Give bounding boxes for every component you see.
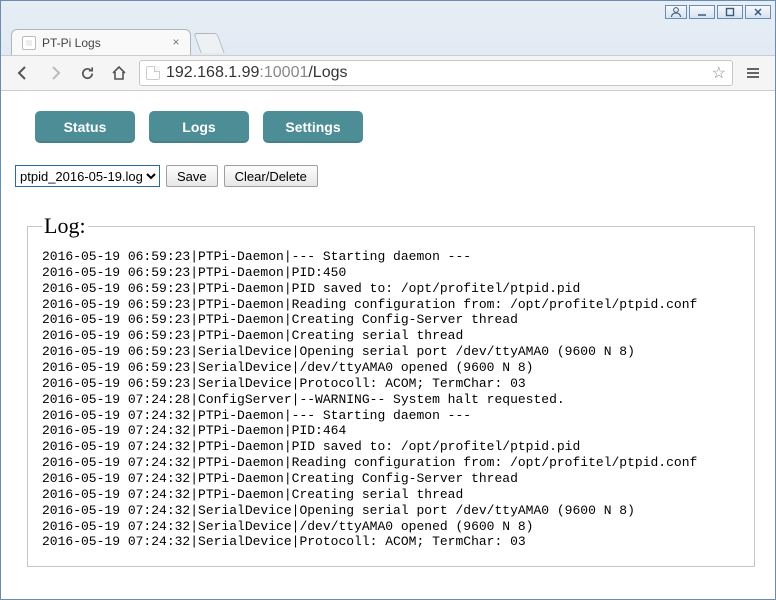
clear-delete-button[interactable]: Clear/Delete	[224, 165, 318, 187]
page-content[interactable]: Status Logs Settings ptpid_2016-05-19.lo…	[1, 91, 775, 599]
url-text[interactable]: 192.168.1.99:10001/Logs	[166, 64, 706, 82]
minimize-button[interactable]	[689, 5, 715, 19]
settings-button[interactable]: Settings	[263, 111, 363, 143]
log-file-select[interactable]: ptpid_2016-05-19.log	[15, 165, 160, 187]
maximize-button[interactable]	[717, 5, 743, 19]
log-output: 2016-05-19 06:59:23|PTPi-Daemon|--- Star…	[42, 249, 740, 550]
url-port: :10001	[259, 64, 308, 81]
log-legend: Log:	[42, 213, 88, 239]
favicon-icon	[22, 36, 36, 50]
browser-toolbar: 192.168.1.99:10001/Logs ☆	[1, 55, 775, 91]
url-path: /Logs	[308, 64, 347, 81]
tab-title: PT-Pi Logs	[42, 36, 101, 50]
browser-window: PT-Pi Logs × 192.168.1.99:10001/Logs ☆	[0, 0, 776, 600]
bookmark-star-icon[interactable]: ☆	[712, 63, 726, 83]
tab-close-icon[interactable]: ×	[170, 36, 182, 48]
reload-button[interactable]	[75, 61, 99, 85]
page-icon	[146, 66, 160, 80]
log-fieldset: Log: 2016-05-19 06:59:23|PTPi-Daemon|---…	[27, 213, 755, 567]
browser-tab[interactable]: PT-Pi Logs ×	[11, 29, 191, 55]
home-button[interactable]	[107, 61, 131, 85]
log-controls: ptpid_2016-05-19.log Save Clear/Delete	[15, 165, 775, 187]
nav-button-row: Status Logs Settings	[1, 111, 775, 143]
save-button[interactable]: Save	[166, 165, 218, 187]
menu-button[interactable]	[741, 61, 765, 85]
address-bar[interactable]: 192.168.1.99:10001/Logs ☆	[139, 60, 733, 86]
url-host: 192.168.1.99	[166, 64, 259, 81]
back-button[interactable]	[11, 61, 35, 85]
status-button[interactable]: Status	[35, 111, 135, 143]
new-tab-button[interactable]	[193, 33, 224, 53]
logs-button[interactable]: Logs	[149, 111, 249, 143]
window-titlebar	[1, 1, 775, 23]
forward-button[interactable]	[43, 61, 67, 85]
close-button[interactable]	[745, 5, 771, 19]
tab-strip: PT-Pi Logs ×	[1, 23, 775, 55]
user-icon[interactable]	[665, 5, 687, 19]
